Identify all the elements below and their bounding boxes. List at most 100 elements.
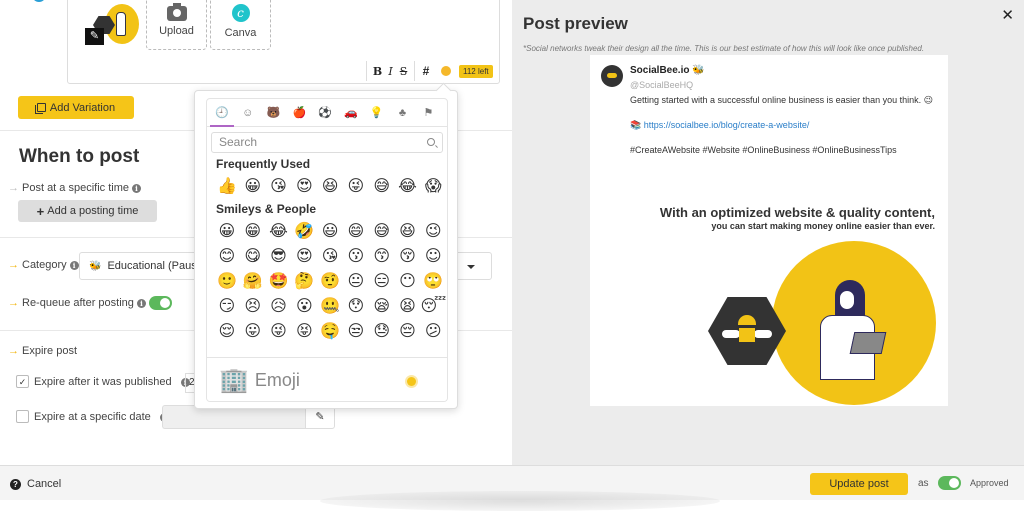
update-post-button[interactable]: Update post — [810, 473, 908, 495]
canva-label: Canva — [224, 27, 257, 39]
emoji-item[interactable]: 😜 — [343, 173, 369, 198]
emoji-item[interactable]: 🤩 — [266, 268, 292, 293]
emoji-item[interactable]: 😪 — [369, 293, 395, 318]
emoji-item[interactable]: 😯 — [343, 293, 369, 318]
emoji-picker: 🕘 ☺ 🐻 🍎 ⚽ 🚗 💡 ♣ ⚑ Search Frequently Used 👍 😀 😘 😍 😆 😜 😅… — [194, 90, 458, 409]
emoji-item[interactable]: 😆 — [317, 173, 343, 198]
info-icon[interactable]: i — [132, 183, 141, 193]
emoji-item[interactable]: 😅 — [369, 218, 395, 243]
emoji-item[interactable]: 😕 — [420, 318, 446, 343]
info-icon[interactable]: i — [136, 298, 146, 308]
emoji-item[interactable]: 🤔 — [291, 268, 317, 293]
emoji-item[interactable]: 😂 — [266, 218, 292, 243]
emoji-item[interactable]: 🤣 — [291, 218, 317, 243]
emoji-item[interactable]: 😍 — [291, 173, 317, 198]
emoji-item[interactable]: 😊 — [214, 243, 240, 268]
emoji-item[interactable]: 😣 — [240, 293, 266, 318]
image-headline: With an optimized website & quality cont… — [660, 205, 935, 231]
skin-tone-selector[interactable] — [407, 377, 416, 386]
symbols-icon[interactable]: ♣ — [390, 107, 416, 119]
camera-icon — [166, 3, 187, 21]
emoji-item[interactable]: 🙄 — [420, 268, 446, 293]
emoji-item[interactable]: 😑 — [369, 268, 395, 293]
emoji-item[interactable]: 🤗 — [240, 268, 266, 293]
approved-toggle[interactable] — [938, 476, 961, 490]
emoji-item[interactable]: 😚 — [395, 243, 421, 268]
emoji-item[interactable]: 🙂 — [214, 268, 240, 293]
emoji-item[interactable]: 😜 — [266, 318, 292, 343]
requeue-toggle[interactable] — [148, 296, 172, 310]
smileys-icon[interactable]: ☺ — [235, 107, 261, 119]
italic-button[interactable]: I — [384, 65, 397, 78]
emoji-item[interactable]: 😐 — [343, 268, 369, 293]
emoji-item[interactable]: 😏 — [214, 293, 240, 318]
emoji-item[interactable]: 😆 — [395, 218, 421, 243]
category-label: Category — [22, 259, 67, 271]
emoji-item[interactable]: 😘 — [266, 173, 292, 198]
food-icon[interactable]: 🍎 — [286, 106, 312, 119]
emoji-item[interactable]: 😔 — [395, 318, 421, 343]
add-posting-time-button[interactable]: + Add a posting time — [18, 200, 157, 222]
strikethrough-button[interactable]: S — [397, 65, 410, 78]
emoji-item[interactable]: ☺ — [420, 243, 446, 268]
emoji-item[interactable]: 😙 — [369, 243, 395, 268]
edit-media-icon[interactable]: ✎ — [85, 28, 104, 45]
emoji-item[interactable]: 😫 — [395, 293, 421, 318]
post-body: Getting started with a successful online… — [630, 95, 934, 105]
emoji-item[interactable]: 😗 — [343, 243, 369, 268]
bold-button[interactable]: B — [371, 65, 384, 78]
books-icon: 📚 — [630, 120, 642, 130]
image-headline-main: With an optimized website & quality cont… — [659, 205, 935, 220]
emoji-button[interactable] — [441, 66, 451, 76]
account-handle: @SocialBeeHQ — [630, 80, 694, 90]
add-variation-button[interactable]: Add Variation — [18, 96, 134, 119]
animals-icon[interactable]: 🐻 — [261, 106, 287, 119]
emoji-item[interactable]: 😁 — [240, 218, 266, 243]
emoji-item[interactable]: 😮 — [291, 293, 317, 318]
emoji-item[interactable]: 😉 — [420, 218, 446, 243]
emoji-item[interactable]: 😎 — [266, 243, 292, 268]
emoji-item[interactable]: 😌 — [214, 318, 240, 343]
expire-after-checkbox[interactable]: ✓ — [16, 375, 29, 388]
cancel-button[interactable]: ? Cancel — [10, 478, 61, 490]
info-icon[interactable]: i — [69, 260, 79, 270]
upload-button[interactable]: Upload — [146, 0, 207, 50]
close-icon[interactable]: ✕ — [1001, 6, 1014, 24]
emoji-item[interactable]: 😒 — [343, 318, 369, 343]
emoji-item[interactable]: 😃 — [317, 218, 343, 243]
emoji-item[interactable]: 😋 — [240, 243, 266, 268]
emoji-item[interactable]: 😓 — [369, 318, 395, 343]
preview-disclaimer: *Social networks tweak their design all … — [523, 44, 925, 53]
emoji-item[interactable]: 🤨 — [317, 268, 343, 293]
emoji-item[interactable]: 👍 — [214, 173, 240, 198]
flags-icon[interactable]: ⚑ — [415, 106, 441, 119]
hashtag-button[interactable]: # — [419, 64, 433, 78]
recent-icon[interactable]: 🕘 — [209, 106, 235, 119]
travel-icon[interactable]: 🚗 — [338, 106, 364, 119]
emoji-item[interactable]: 😶 — [395, 268, 421, 293]
emoji-item[interactable]: 😅 — [369, 173, 395, 198]
emoji-item[interactable]: 😝 — [291, 318, 317, 343]
emoji-item[interactable]: 🤤 — [317, 318, 343, 343]
objects-icon[interactable]: 💡 — [364, 106, 390, 119]
emoji-search-input[interactable]: Search — [211, 132, 443, 153]
activity-icon[interactable]: ⚽ — [312, 106, 338, 119]
emoji-item[interactable]: 😀 — [214, 218, 240, 243]
emoji-item[interactable]: 😥 — [266, 293, 292, 318]
media-thumbnail[interactable]: ✎ — [83, 2, 139, 48]
emoji-item[interactable]: 😀 — [240, 173, 266, 198]
expire-date-checkbox[interactable] — [16, 410, 29, 423]
emoji-item[interactable]: 😍 — [291, 243, 317, 268]
emoji-item[interactable]: 😘 — [317, 243, 343, 268]
canva-button[interactable]: c Canva — [210, 0, 271, 50]
post-link[interactable]: https://socialbee.io/blog/create-a-websi… — [644, 120, 810, 130]
emoji-item[interactable]: 😱 — [420, 173, 446, 198]
preview-label: Emoji — [254, 370, 300, 390]
emoji-item[interactable]: 🤐 — [317, 293, 343, 318]
emoji-item[interactable]: 😄 — [343, 218, 369, 243]
emoji-item[interactable]: 😴 — [420, 293, 446, 318]
arrow-icon: → — [8, 297, 19, 309]
emoji-item[interactable]: 😂 — [395, 173, 421, 198]
plus-icon: + — [36, 203, 45, 219]
emoji-item[interactable]: 😛 — [240, 318, 266, 343]
